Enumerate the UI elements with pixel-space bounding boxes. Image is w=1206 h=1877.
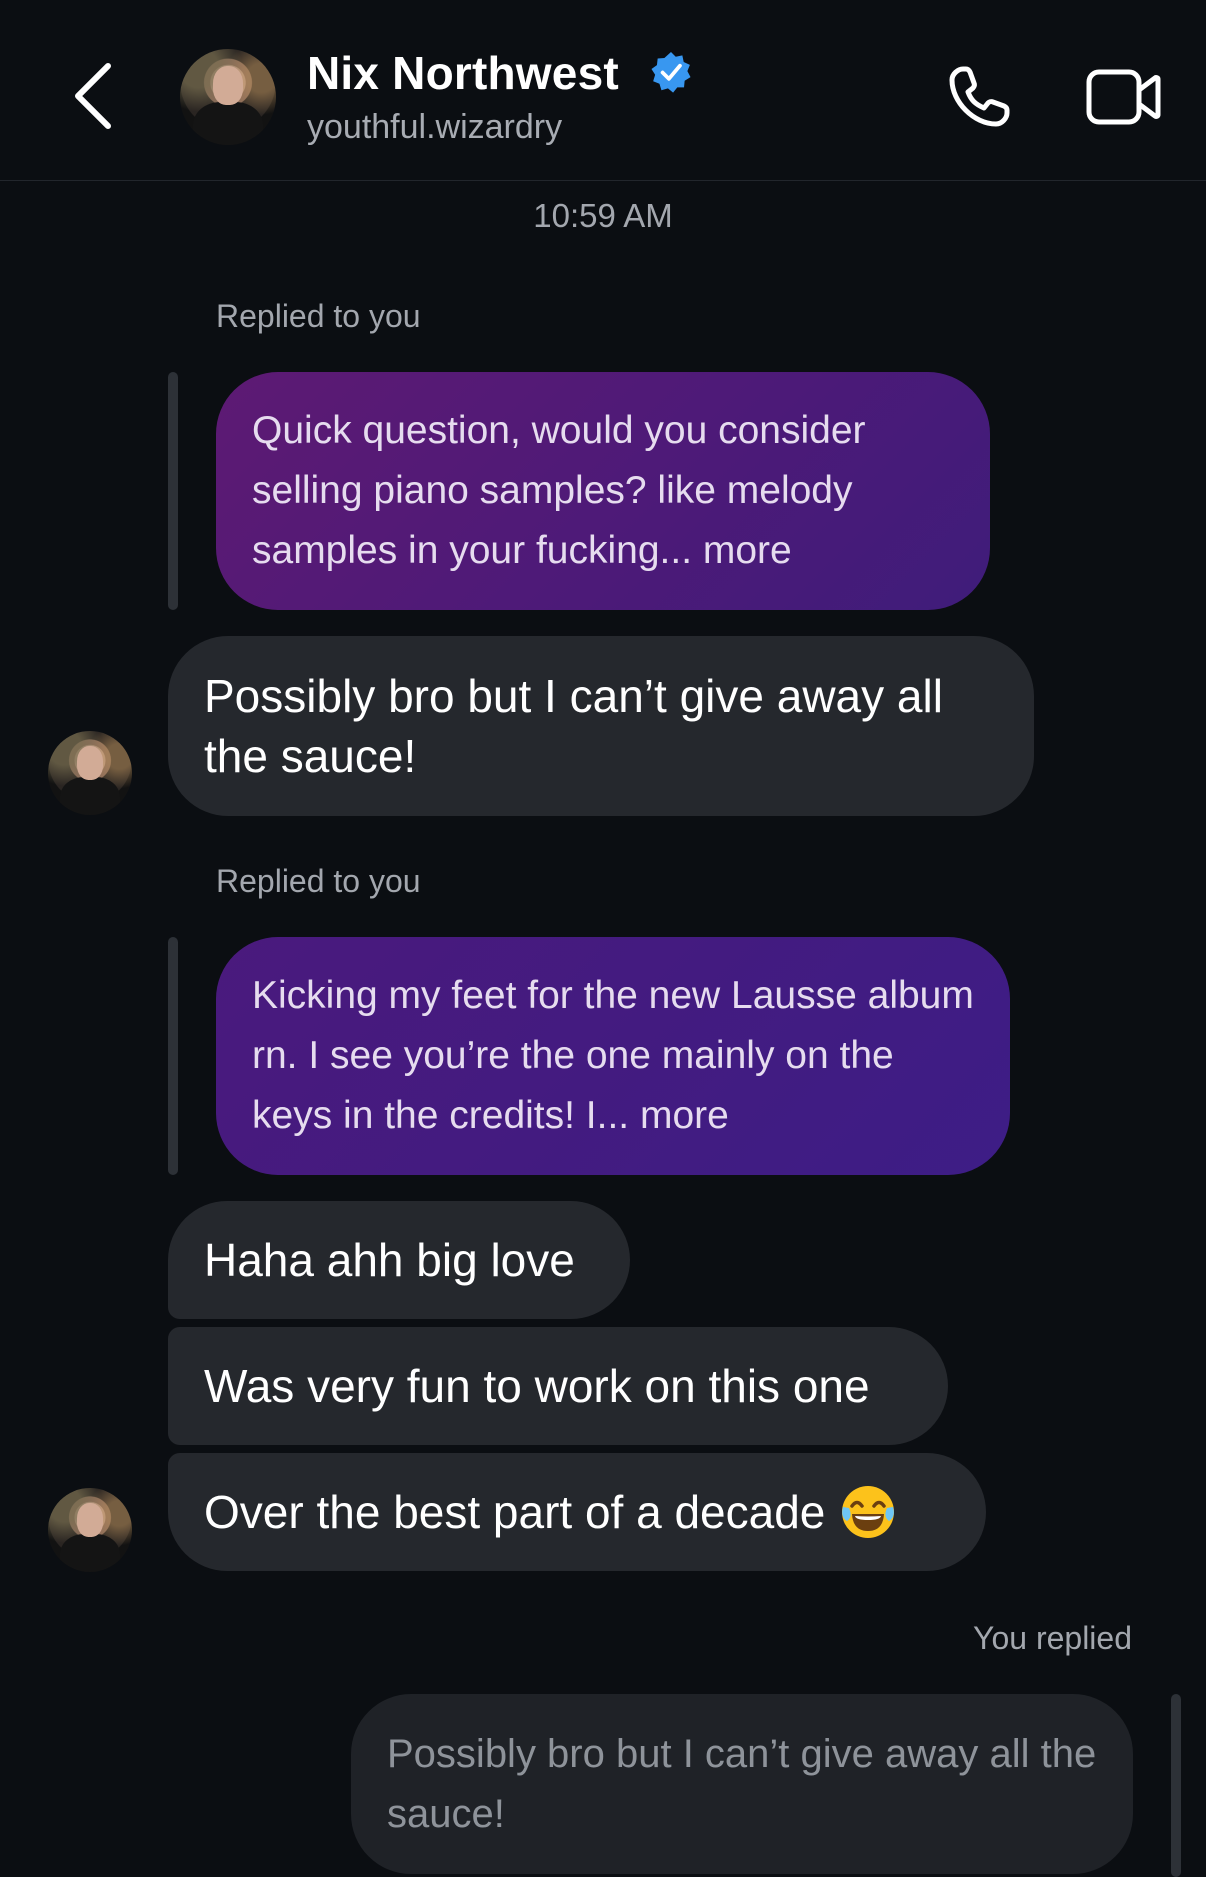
message-text: Was very fun to work on this one [204, 1360, 870, 1412]
contact-name[interactable]: Nix Northwest [307, 46, 619, 100]
message-text: Over the best part of a decade [204, 1486, 826, 1538]
quoted-message-text: Kicking my feet for the new Lausse album… [252, 974, 974, 1137]
reply-indicator-bar [168, 372, 178, 610]
incoming-message-bubble[interactable]: Possibly bro but I can’t give away all t… [168, 636, 1034, 816]
back-button[interactable] [70, 60, 120, 132]
reply-indicator-bar [168, 937, 178, 1175]
sender-avatar[interactable] [48, 731, 132, 815]
incoming-message-bubble[interactable]: Over the best part of a decade [168, 1453, 986, 1571]
chat-screen: Nix Northwest youthful.wizardry 10:59 AM… [0, 0, 1206, 1877]
message-timestamp: 10:59 AM [533, 197, 673, 234]
reply-indicator-bar [1171, 1694, 1181, 1877]
video-camera-icon [1086, 69, 1161, 125]
verified-badge-icon [651, 52, 691, 93]
contact-username[interactable]: youthful.wizardry [307, 108, 562, 147]
phone-icon [949, 66, 1010, 127]
quoted-message-bubble[interactable]: Possibly bro but I can’t give away all t… [351, 1694, 1133, 1874]
message-text: Haha ahh big love [204, 1234, 575, 1286]
incoming-message-bubble[interactable]: Was very fun to work on this one [168, 1327, 948, 1445]
message-text: Possibly bro but I can’t give away all t… [204, 670, 943, 782]
reply-context-label: You replied [973, 1620, 1132, 1656]
face-with-tears-of-joy-icon [842, 1486, 895, 1538]
quoted-message-bubble[interactable]: Quick question, would you consider selli… [216, 372, 990, 610]
video-call-button[interactable] [1085, 66, 1161, 128]
quoted-message-bubble[interactable]: Kicking my feet for the new Lausse album… [216, 937, 1010, 1175]
contact-avatar[interactable] [180, 49, 276, 145]
quoted-message-text: Possibly bro but I can’t give away all t… [387, 1732, 1097, 1836]
chat-header: Nix Northwest youthful.wizardry [0, 0, 1206, 181]
voice-call-button[interactable] [944, 62, 1014, 132]
reply-context-label: Replied to you [216, 298, 421, 334]
sender-avatar[interactable] [48, 1488, 132, 1572]
chevron-left-icon [75, 63, 111, 129]
incoming-message-bubble[interactable]: Haha ahh big love [168, 1201, 630, 1319]
reply-context-label: Replied to you [216, 863, 421, 899]
quoted-message-text: Quick question, would you consider selli… [252, 409, 866, 572]
